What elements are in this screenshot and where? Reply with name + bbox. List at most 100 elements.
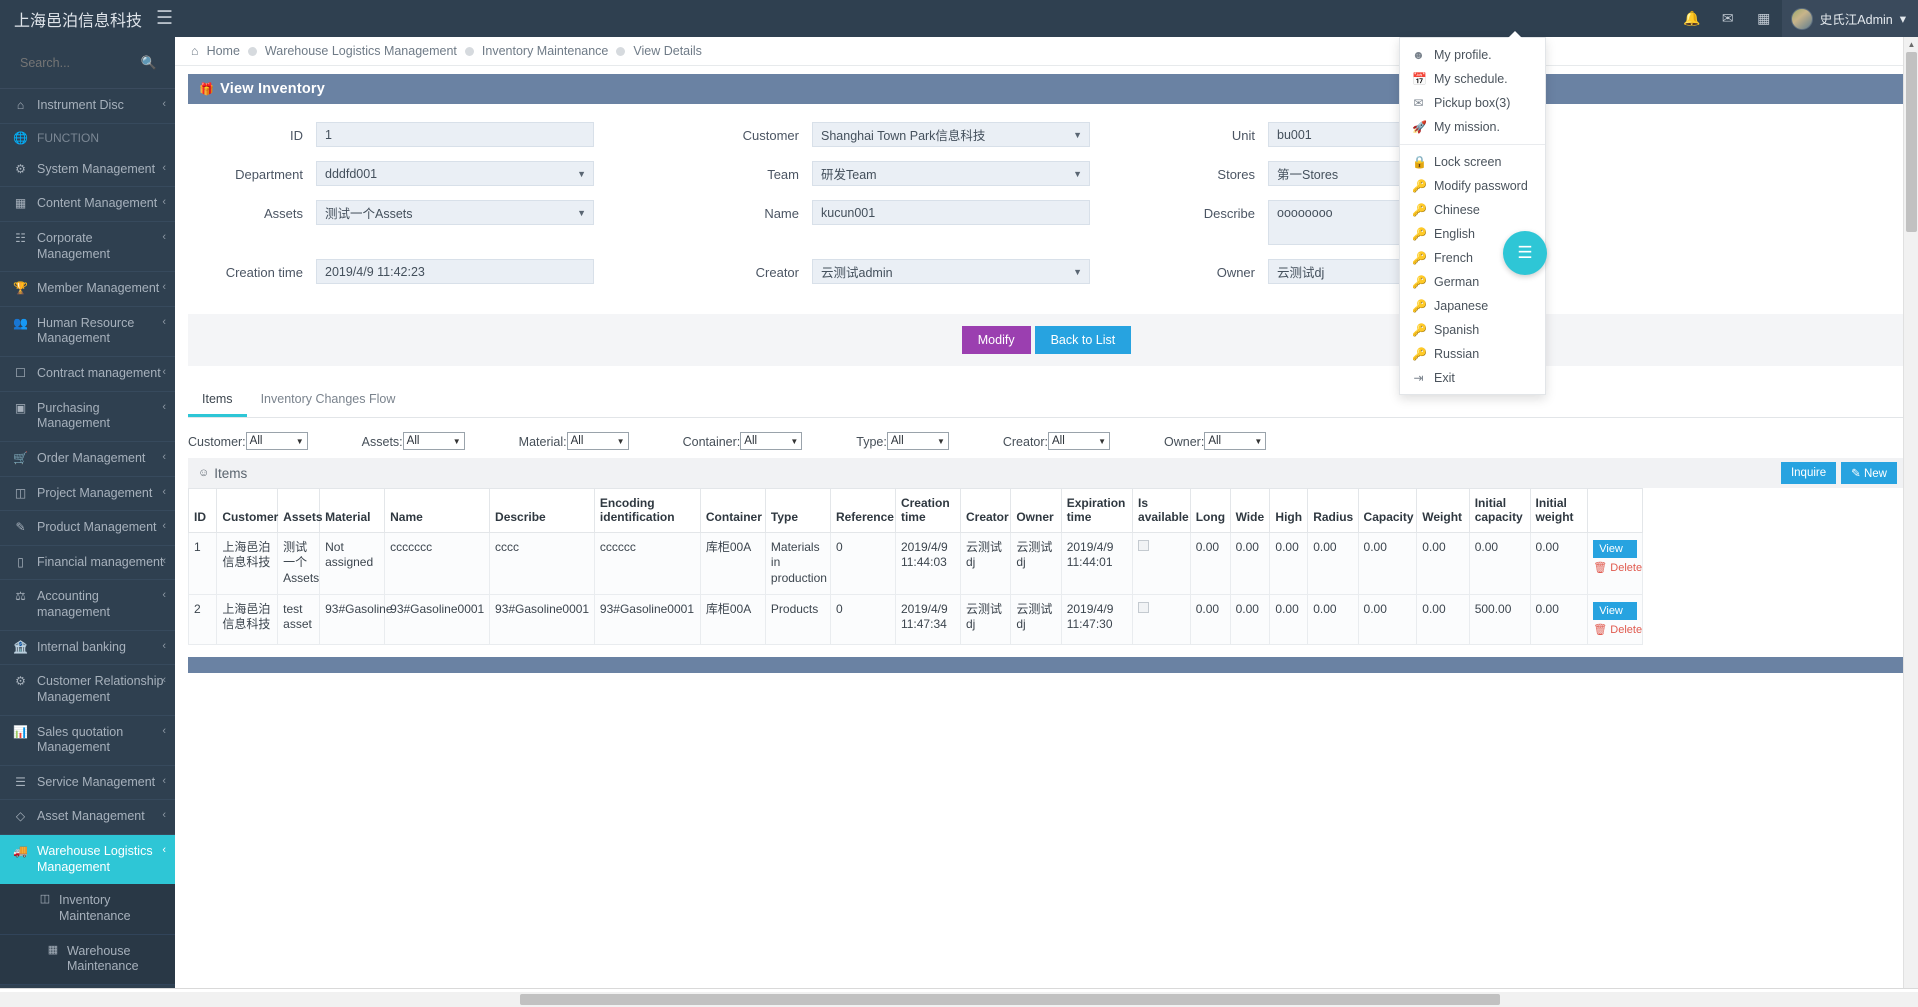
sidebar-item-financial-management[interactable]: ▯ Financial management ‹ [0,546,175,581]
grid-icon[interactable]: ▦ [1746,0,1782,37]
row-view-button[interactable]: View [1593,601,1637,620]
filter-creator: Creator: All ▼ [1003,432,1111,450]
team-select[interactable]: 研发Team ▼ [812,161,1090,186]
breadcrumb-separator-icon [464,46,474,56]
sidebar-item-member-management[interactable]: 🏆 Member Management ‹ [0,272,175,307]
department-select[interactable]: dddfd001 ▼ [316,161,594,186]
filter-type-select[interactable]: All ▼ [886,432,949,450]
article-icon: ▦ [14,196,27,211]
customer-select[interactable]: Shanghai Town Park信息科技 ▼ [812,122,1090,147]
vertical-scroll-thumb[interactable] [1906,52,1917,232]
inquire-button[interactable]: Inquire [1780,462,1837,484]
filter-assets-select[interactable]: All ▼ [402,432,465,450]
row-delete-button[interactable]: 🗑 Delete [1593,561,1642,575]
menu-item-japanese[interactable]: 🔑 Japanese [1400,294,1545,318]
col-encoding-identification: Encoding identification [593,488,701,533]
filter-owner-select[interactable]: All ▼ [1204,432,1267,450]
menu-item-my-profile[interactable]: ☻ My profile. [1400,43,1545,67]
hamburger-icon[interactable]: ☰ [156,9,173,28]
menu-item-modify-password[interactable]: 🔑 Modify password [1400,174,1545,198]
filter-creator-select[interactable]: All ▼ [1048,432,1111,450]
sidebar-item-contract-management[interactable]: ☐ Contract management ‹ [0,357,175,392]
menu-item-lock-screen[interactable]: 🔒 Lock screen [1400,150,1545,174]
sidebar-item-order-management[interactable]: 🛒 Order Management ‹ [0,442,175,477]
sidebar-item-customer-relationship-management[interactable]: ⚙ Customer Relationship Management ‹ [0,665,175,716]
id-input[interactable]: 1 [316,122,594,147]
cell-long: 0.00 [1189,531,1231,595]
filter-value: All [406,435,420,447]
is-available-checkbox[interactable] [1138,539,1150,551]
filter-label: Container: [682,435,741,449]
menu-item-spanish[interactable]: 🔑 Spanish [1400,318,1545,342]
sidebar-item-system-management[interactable]: ⚙ System Management ‹ [0,153,175,188]
row-delete-label: Delete [1610,623,1643,636]
sidebar-item-human-resource-management[interactable]: 👥 Human Resource Management ‹ [0,307,175,357]
menu-item-russian[interactable]: 🔑 Russian [1400,342,1545,366]
breadcrumb-item-home[interactable]: Home [207,44,240,58]
menu-item-exit[interactable]: ⇥ Exit [1400,366,1545,390]
trash-icon: 🗑 [1593,562,1608,575]
filter-customer-select[interactable]: All ▼ [245,432,308,450]
document-icon: ☐ [15,366,26,380]
cell-material: 93#Gasoline [319,593,393,646]
filter-container-select[interactable]: All ▼ [740,432,803,450]
floating-menu-button[interactable]: ☰ [1503,231,1547,275]
breadcrumb-item-view-details: View Details [633,44,702,58]
trophy-icon: 🏆 [13,281,28,296]
field-label: Stores [1217,167,1255,182]
menu-item-pickup-box[interactable]: ✉ Pickup box(3) [1400,91,1545,115]
assets-select[interactable]: 测试一个Assets ▼ [316,200,594,225]
tab-items[interactable]: Items [188,384,247,417]
sidebar-item-corporate-management[interactable]: ☷ Corporate Management ‹ [0,222,175,273]
sidebar-item-asset-management[interactable]: ◇ Asset Management ‹ [0,800,175,835]
sidebar-item-warehouse-logistics-management[interactable]: 🚚 Warehouse Logistics Management ‹ [0,835,175,885]
back-to-list-button[interactable]: Back to List [1034,326,1132,354]
horizontal-scrollbar[interactable] [0,992,1918,1007]
menu-item-chinese[interactable]: 🔑 Chinese [1400,198,1545,222]
cell-weight: 0.00 [1416,531,1470,595]
envelope-icon[interactable]: ✉ [1710,0,1746,37]
sidebar-item-service-management[interactable]: ☰ Service Management ‹ [0,766,175,801]
sidebar-item-purchasing-management[interactable]: ▣ Purchasing Management ‹ [0,392,175,442]
search-icon[interactable]: 🔍 [141,55,157,71]
breadcrumb-item-warehouse[interactable]: Warehouse Logistics Management [265,44,457,58]
sidebar-item-internal-banking[interactable]: 🏦 Internal banking ‹ [0,631,175,666]
sidebar-item-warehouse-maintenance[interactable]: ▦ Warehouse Maintenance [0,934,175,985]
row-view-button[interactable]: View [1593,539,1637,559]
bell-icon[interactable]: 🔔 [1674,0,1710,37]
modify-button[interactable]: Modify [961,326,1031,354]
filter-material-select[interactable]: All ▼ [566,432,629,450]
field-label: Name [764,206,799,221]
name-input[interactable]: kucun001 [812,200,1090,225]
menu-item-my-schedule[interactable]: 📅 My schedule. [1400,67,1545,91]
sidebar-item-product-management[interactable]: ✎ Product Management ‹ [0,511,175,546]
col-owner: Owner [1010,488,1062,533]
sidebar-item-content-management[interactable]: ▦ Content Management ‹ [0,187,175,222]
new-button-label: New [1863,468,1887,480]
breadcrumb-item-inventory[interactable]: Inventory Maintenance [482,44,608,58]
filter-customer: Customer: All ▼ [188,432,308,450]
horizontal-scroll-thumb[interactable] [520,994,1500,1005]
sidebar-item-inventory-maintenance[interactable]: ◫ Inventory Maintenance [0,884,175,935]
new-button[interactable]: ✎ New [1841,462,1897,484]
cart-icon: 🛒 [13,450,28,465]
menu-item-my-mission[interactable]: 🚀 My mission. [1400,115,1545,139]
row-delete-button[interactable]: 🗑 Delete [1593,623,1642,637]
is-available-checkbox[interactable] [1138,601,1150,613]
creator-select[interactable]: 云测试admin ▼ [812,259,1090,284]
creation-time-input[interactable]: 2019/4/9 11:42:23 [316,259,594,284]
search-input[interactable] [18,54,138,71]
chevron-left-icon: ‹ [162,485,166,498]
sidebar-item-accounting-management[interactable]: ⚖ Accounting management ‹ [0,580,175,631]
cell-reference: 0 [829,531,896,595]
sidebar-search[interactable]: 🔍 [0,37,175,89]
scroll-up-icon[interactable]: ▲ [1904,37,1918,52]
edit-icon: ✎ [15,520,26,535]
sidebar-item-sales-quotation-management[interactable]: 📊 Sales quotation Management ‹ [0,716,175,766]
sidebar-item-instrument-disc[interactable]: ⌂ Instrument Disc ‹ [0,89,175,124]
tab-inventory-changes-flow[interactable]: Inventory Changes Flow [247,384,410,417]
filter-value: All [1208,435,1222,447]
user-menu-toggle[interactable]: 史氏江Admin ▾ [1781,0,1918,37]
vertical-scrollbar[interactable]: ▲ ▼ [1903,37,1918,1007]
sidebar-item-project-management[interactable]: ◫ Project Management ‹ [0,477,175,512]
